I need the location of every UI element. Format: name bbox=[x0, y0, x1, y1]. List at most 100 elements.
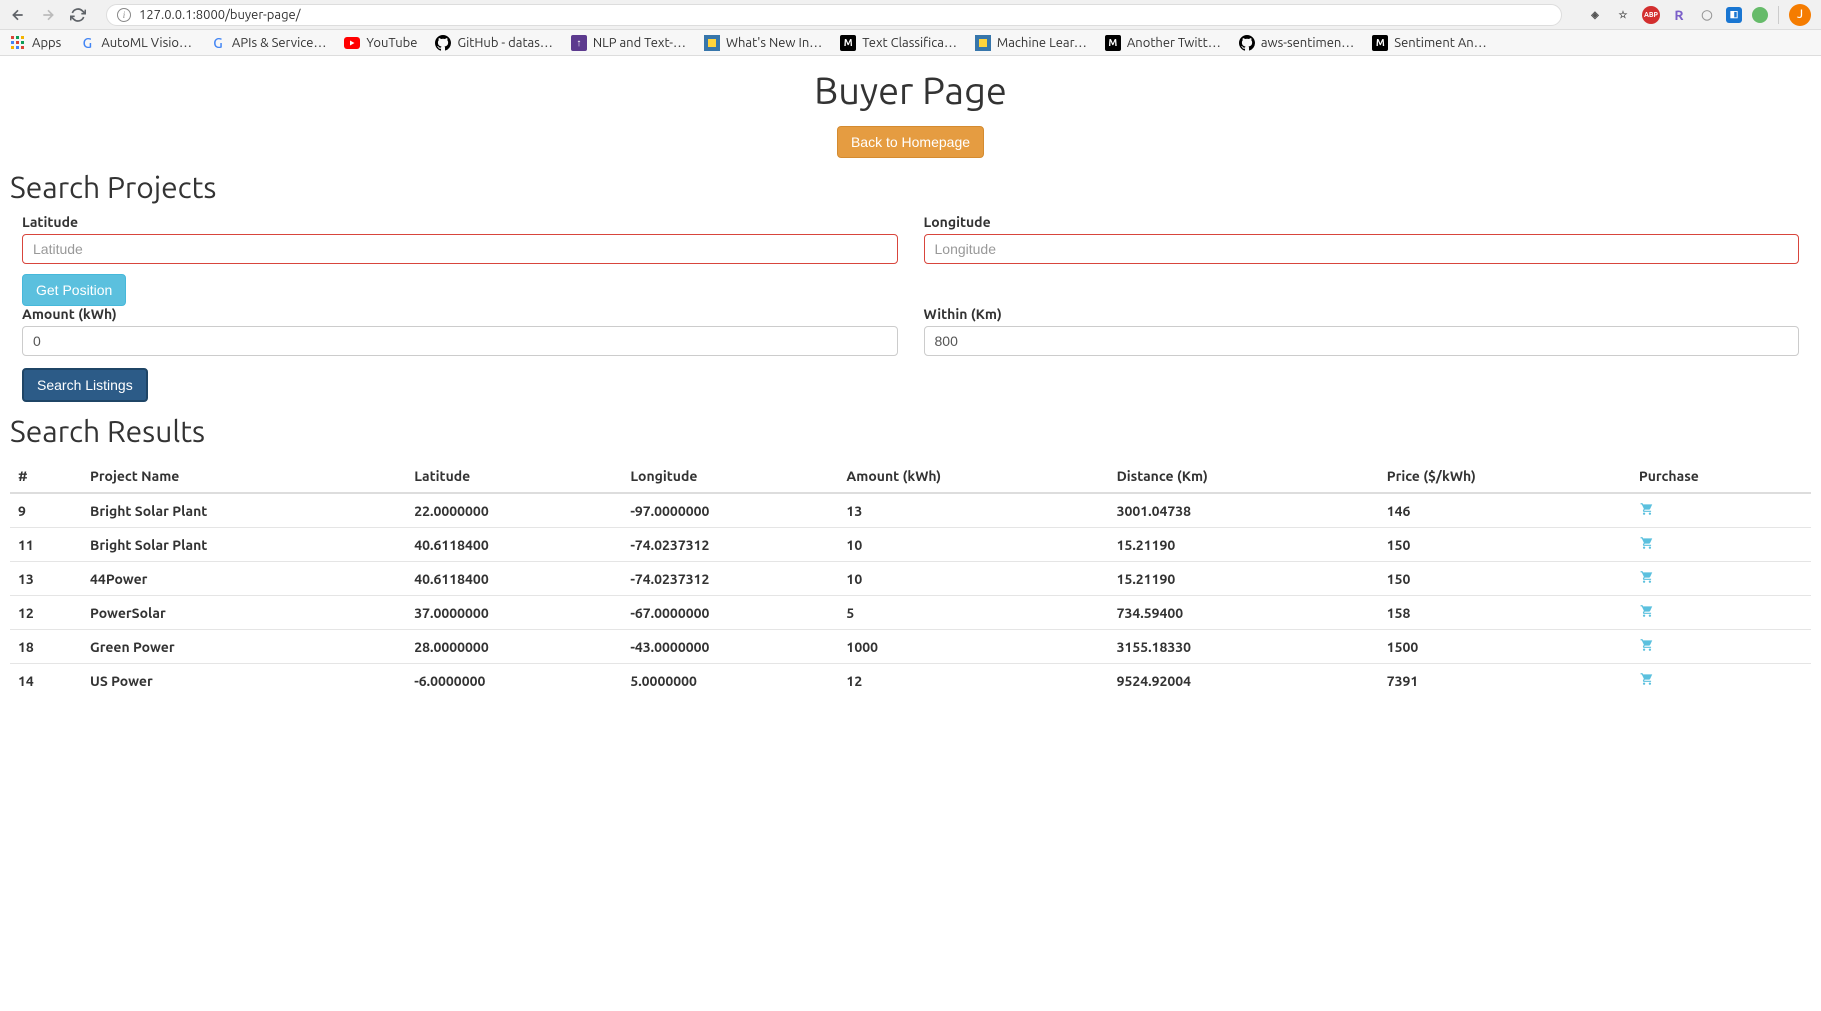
latitude-input[interactable] bbox=[22, 234, 898, 264]
table-header: Latitude bbox=[406, 460, 622, 493]
page-title: Buyer Page bbox=[10, 70, 1811, 112]
bookmark-label: aws-sentimen… bbox=[1261, 36, 1354, 50]
table-cell: 734.59400 bbox=[1109, 596, 1379, 630]
bookmark-item[interactable]: ↑NLP and Text-… bbox=[571, 35, 686, 51]
bookmark-favicon: G bbox=[79, 35, 95, 51]
table-cell: Bright Solar Plant bbox=[82, 493, 406, 528]
bookmark-label: What's New In… bbox=[726, 36, 822, 50]
table-cell: -6.0000000 bbox=[406, 664, 622, 698]
bookmark-item[interactable]: GAPIs & Service… bbox=[210, 35, 326, 51]
search-results-heading: Search Results bbox=[10, 414, 1811, 448]
search-projects-heading: Search Projects bbox=[10, 170, 1811, 204]
table-cell: 158 bbox=[1379, 596, 1631, 630]
table-row: 12PowerSolar37.0000000-67.00000005734.59… bbox=[10, 596, 1811, 630]
bookmarks-bar: AppsGAutoML Visio…GAPIs & Service…YouTub… bbox=[0, 30, 1821, 56]
toolbar-extensions: ◈ ☆ ABP R ◯ ◧ J bbox=[1586, 4, 1811, 26]
table-cell: Green Power bbox=[82, 630, 406, 664]
bookmark-item[interactable]: YouTube bbox=[344, 35, 417, 51]
table-cell: 37.0000000 bbox=[406, 596, 622, 630]
info-icon[interactable]: i bbox=[117, 8, 131, 22]
bookmark-label: Machine Lear… bbox=[997, 36, 1087, 50]
table-cell: 9 bbox=[10, 493, 82, 528]
bookmark-item[interactable]: M Sentiment An… bbox=[1372, 35, 1486, 51]
bookmark-label: YouTube bbox=[366, 36, 417, 50]
bookmark-favicon: M bbox=[840, 35, 856, 51]
longitude-label: Longitude bbox=[924, 214, 1800, 230]
table-cell: -43.0000000 bbox=[622, 630, 838, 664]
bookmark-item[interactable]: Apps bbox=[10, 35, 61, 51]
bookmark-item[interactable]: MText Classifica… bbox=[840, 35, 957, 51]
cart-icon[interactable] bbox=[1639, 673, 1655, 689]
r-extension-icon[interactable]: R bbox=[1670, 6, 1688, 24]
table-cell: 40.6118400 bbox=[406, 562, 622, 596]
within-label: Within (Km) bbox=[924, 306, 1800, 322]
back-icon[interactable] bbox=[10, 7, 26, 23]
page-content: Buyer Page Back to Homepage Search Proje… bbox=[0, 56, 1821, 717]
reload-icon[interactable] bbox=[70, 7, 86, 23]
bookmark-label: APIs & Service… bbox=[232, 36, 326, 50]
table-cell: 150 bbox=[1379, 562, 1631, 596]
bookmark-label: Apps bbox=[32, 36, 61, 50]
bookmark-favicon bbox=[435, 35, 451, 51]
abp-icon[interactable]: ABP bbox=[1642, 6, 1660, 24]
table-cell: 18 bbox=[10, 630, 82, 664]
table-cell: 22.0000000 bbox=[406, 493, 622, 528]
table-cell: 146 bbox=[1379, 493, 1631, 528]
star-icon[interactable]: ☆ bbox=[1614, 6, 1632, 24]
address-bar[interactable]: i 127.0.0.1:8000/buyer-page/ bbox=[106, 4, 1562, 26]
bookmark-favicon bbox=[1239, 35, 1255, 51]
table-cell: 12 bbox=[10, 596, 82, 630]
longitude-input[interactable] bbox=[924, 234, 1800, 264]
bookmark-favicon bbox=[975, 35, 991, 51]
bookmark-label: NLP and Text-… bbox=[593, 36, 686, 50]
table-cell: 10 bbox=[838, 528, 1108, 562]
table-header: Project Name bbox=[82, 460, 406, 493]
back-home-button[interactable]: Back to Homepage bbox=[837, 126, 984, 158]
bookmark-label: Sentiment An… bbox=[1394, 36, 1486, 50]
bookmark-label: Another Twitt… bbox=[1127, 36, 1221, 50]
browser-toolbar: i 127.0.0.1:8000/buyer-page/ ◈ ☆ ABP R ◯… bbox=[0, 0, 1821, 30]
cart-icon[interactable] bbox=[1639, 571, 1655, 587]
green-extension-icon[interactable] bbox=[1752, 7, 1768, 23]
table-cell: 150 bbox=[1379, 528, 1631, 562]
separator bbox=[1778, 6, 1779, 24]
table-cell: 28.0000000 bbox=[406, 630, 622, 664]
bookmark-item[interactable]: aws-sentimen… bbox=[1239, 35, 1354, 51]
profile-avatar[interactable]: J bbox=[1789, 4, 1811, 26]
table-cell: PowerSolar bbox=[82, 596, 406, 630]
get-position-button[interactable]: Get Position bbox=[22, 274, 126, 306]
bookmark-item[interactable]: GAutoML Visio… bbox=[79, 35, 192, 51]
table-cell: 13 bbox=[10, 562, 82, 596]
circle-extension-icon[interactable]: ◯ bbox=[1698, 6, 1716, 24]
purchase-cell bbox=[1631, 596, 1811, 630]
bookmark-item[interactable]: Machine Lear… bbox=[975, 35, 1087, 51]
bookmark-favicon bbox=[704, 35, 720, 51]
within-input[interactable] bbox=[924, 326, 1800, 356]
results-table: #Project NameLatitudeLongitudeAmount (kW… bbox=[10, 460, 1811, 697]
bookmark-favicon: M bbox=[1372, 35, 1388, 51]
bookmark-item[interactable]: MAnother Twitt… bbox=[1105, 35, 1221, 51]
table-header: Amount (kWh) bbox=[838, 460, 1108, 493]
cart-icon[interactable] bbox=[1639, 639, 1655, 655]
table-cell: 1500 bbox=[1379, 630, 1631, 664]
purchase-cell bbox=[1631, 493, 1811, 528]
bookmark-item[interactable]: What's New In… bbox=[704, 35, 822, 51]
cart-icon[interactable] bbox=[1639, 503, 1655, 519]
url-text: 127.0.0.1:8000/buyer-page/ bbox=[139, 8, 301, 22]
amount-input[interactable] bbox=[22, 326, 898, 356]
location-icon[interactable]: ◈ bbox=[1586, 6, 1604, 24]
search-listings-button[interactable]: Search Listings bbox=[22, 368, 148, 402]
bookmark-label: GitHub - datas… bbox=[457, 36, 552, 50]
table-header: Price ($/kWh) bbox=[1379, 460, 1631, 493]
forward-icon[interactable] bbox=[40, 7, 56, 23]
table-row: 9Bright Solar Plant22.0000000-97.0000000… bbox=[10, 493, 1811, 528]
table-cell: 14 bbox=[10, 664, 82, 698]
cart-icon[interactable] bbox=[1639, 605, 1655, 621]
table-cell: 7391 bbox=[1379, 664, 1631, 698]
purchase-cell bbox=[1631, 664, 1811, 698]
bookmark-item[interactable]: GitHub - datas… bbox=[435, 35, 552, 51]
purchase-cell bbox=[1631, 528, 1811, 562]
cart-icon[interactable] bbox=[1639, 537, 1655, 553]
square-extension-icon[interactable]: ◧ bbox=[1726, 7, 1742, 23]
purchase-cell bbox=[1631, 562, 1811, 596]
